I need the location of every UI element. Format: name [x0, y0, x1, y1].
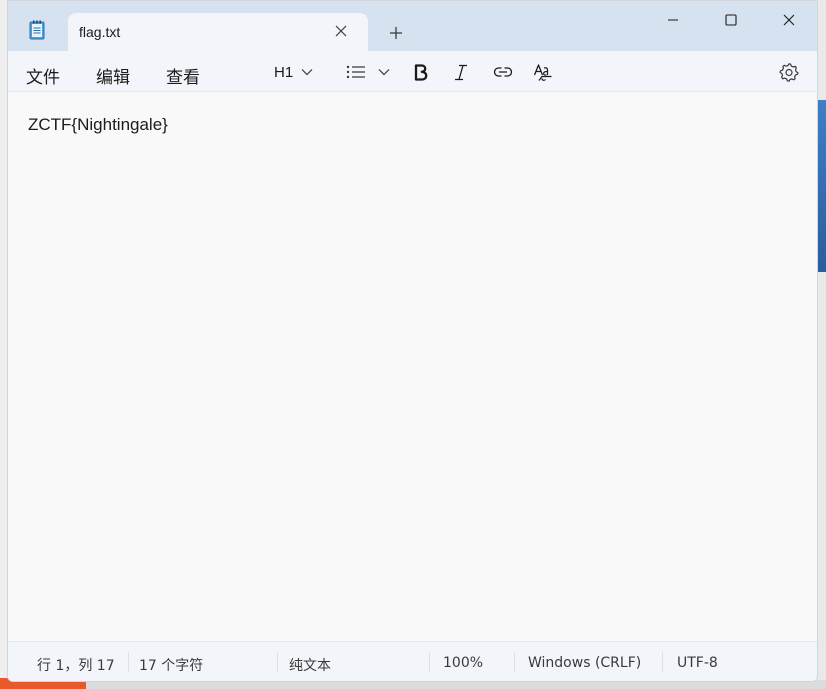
status-bar: 行 1，列 17 17 个字符 纯文本 100% Windows (CRLF) …: [8, 641, 817, 681]
spellcheck-button[interactable]: [533, 59, 553, 85]
plus-icon: [390, 27, 402, 39]
new-tab-button[interactable]: [384, 21, 408, 45]
text-editor[interactable]: ZCTF{Nightingale}: [8, 92, 817, 641]
link-icon: [493, 67, 513, 77]
bold-button[interactable]: [414, 59, 428, 85]
title-bar: flag.txt: [8, 1, 817, 51]
status-separator: [128, 652, 129, 672]
notepad-window: flag.txt 文件 编辑 查看 H1 ZCTF{Nightingale} 行…: [7, 0, 818, 682]
status-encoding[interactable]: UTF-8: [677, 655, 718, 671]
close-icon: [335, 25, 347, 37]
heading-dropdown[interactable]: H1: [274, 59, 313, 85]
background-desktop-right: [818, 90, 826, 272]
bold-icon: [414, 63, 428, 81]
chevron-down-icon: [301, 69, 313, 76]
minimize-icon: [668, 19, 678, 21]
list-icon: [346, 65, 365, 79]
tab-flag-txt[interactable]: flag.txt: [68, 13, 368, 51]
window-close-button[interactable]: [769, 7, 809, 33]
window-close-icon: [783, 14, 795, 26]
link-button[interactable]: [493, 59, 513, 85]
status-cursor-position: 行 1，列 17: [37, 658, 115, 674]
notepad-icon: [29, 20, 45, 40]
status-char-count: 17 个字符: [139, 658, 204, 674]
toolbar: 文件 编辑 查看 H1: [8, 51, 817, 92]
chevron-down-icon: [378, 69, 390, 76]
spellcheck-icon: [533, 63, 552, 81]
status-format[interactable]: 纯文本: [289, 655, 331, 675]
minimize-button[interactable]: [653, 7, 693, 33]
maximize-icon: [725, 14, 737, 26]
italic-icon: [455, 64, 467, 80]
menu-file[interactable]: 文件: [26, 63, 60, 88]
status-separator: [429, 652, 430, 672]
maximize-button[interactable]: [711, 7, 751, 33]
list-dropdown[interactable]: [346, 59, 390, 85]
settings-button[interactable]: [779, 59, 799, 85]
status-zoom[interactable]: 100%: [443, 655, 483, 671]
heading-label: H1: [274, 63, 294, 81]
tab-close-button[interactable]: [330, 20, 352, 42]
menu-view[interactable]: 查看: [166, 63, 200, 88]
status-separator: [662, 652, 663, 672]
italic-button[interactable]: [454, 59, 468, 85]
menu-edit[interactable]: 编辑: [96, 63, 130, 88]
background-image-strip: [818, 100, 826, 272]
status-separator: [514, 652, 515, 672]
editor-content[interactable]: ZCTF{Nightingale}: [28, 115, 168, 135]
status-line-ending[interactable]: Windows (CRLF): [528, 655, 641, 671]
tab-title: flag.txt: [79, 24, 121, 40]
gear-icon: [779, 63, 799, 82]
status-separator: [277, 652, 278, 672]
